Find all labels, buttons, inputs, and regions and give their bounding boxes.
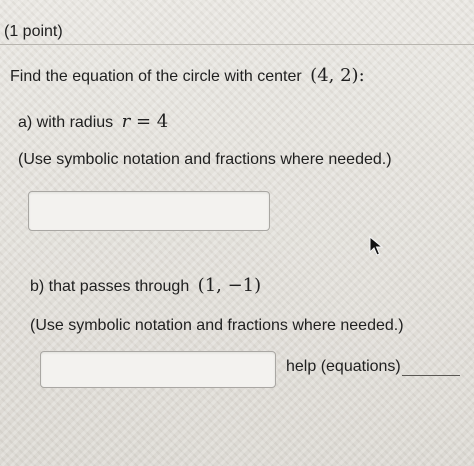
center-coordinates: (4, 2):	[310, 65, 365, 86]
part-a-label: a) with radius r = 4	[18, 112, 168, 133]
points-label: (1 point)	[4, 23, 63, 40]
header-divider	[0, 44, 474, 45]
part-b-note: (Use symbolic notation and fractions whe…	[30, 317, 404, 334]
radius-value: = 4	[130, 111, 169, 132]
mouse-pointer-icon	[369, 236, 383, 256]
part-a-text: a) with radius	[18, 114, 114, 131]
part-a-answer-input[interactable]	[28, 191, 270, 231]
part-a-note: (Use symbolic notation and fractions whe…	[18, 151, 392, 168]
question-text: Find the equation of the circle with cen…	[10, 68, 302, 85]
help-equations-link[interactable]: help (equations)	[286, 357, 401, 377]
part-b-label: b) that passes through (1, −1)	[30, 276, 261, 297]
radius-expression: r = 4	[122, 111, 169, 132]
through-point: (1, −1)	[197, 275, 262, 296]
part-b-answer-input[interactable]	[40, 351, 276, 388]
question-prompt: Find the equation of the circle with cen…	[10, 66, 365, 87]
part-b-text: b) that passes through	[30, 278, 190, 295]
help-link-underline	[402, 375, 460, 376]
radius-variable: r	[121, 111, 131, 132]
